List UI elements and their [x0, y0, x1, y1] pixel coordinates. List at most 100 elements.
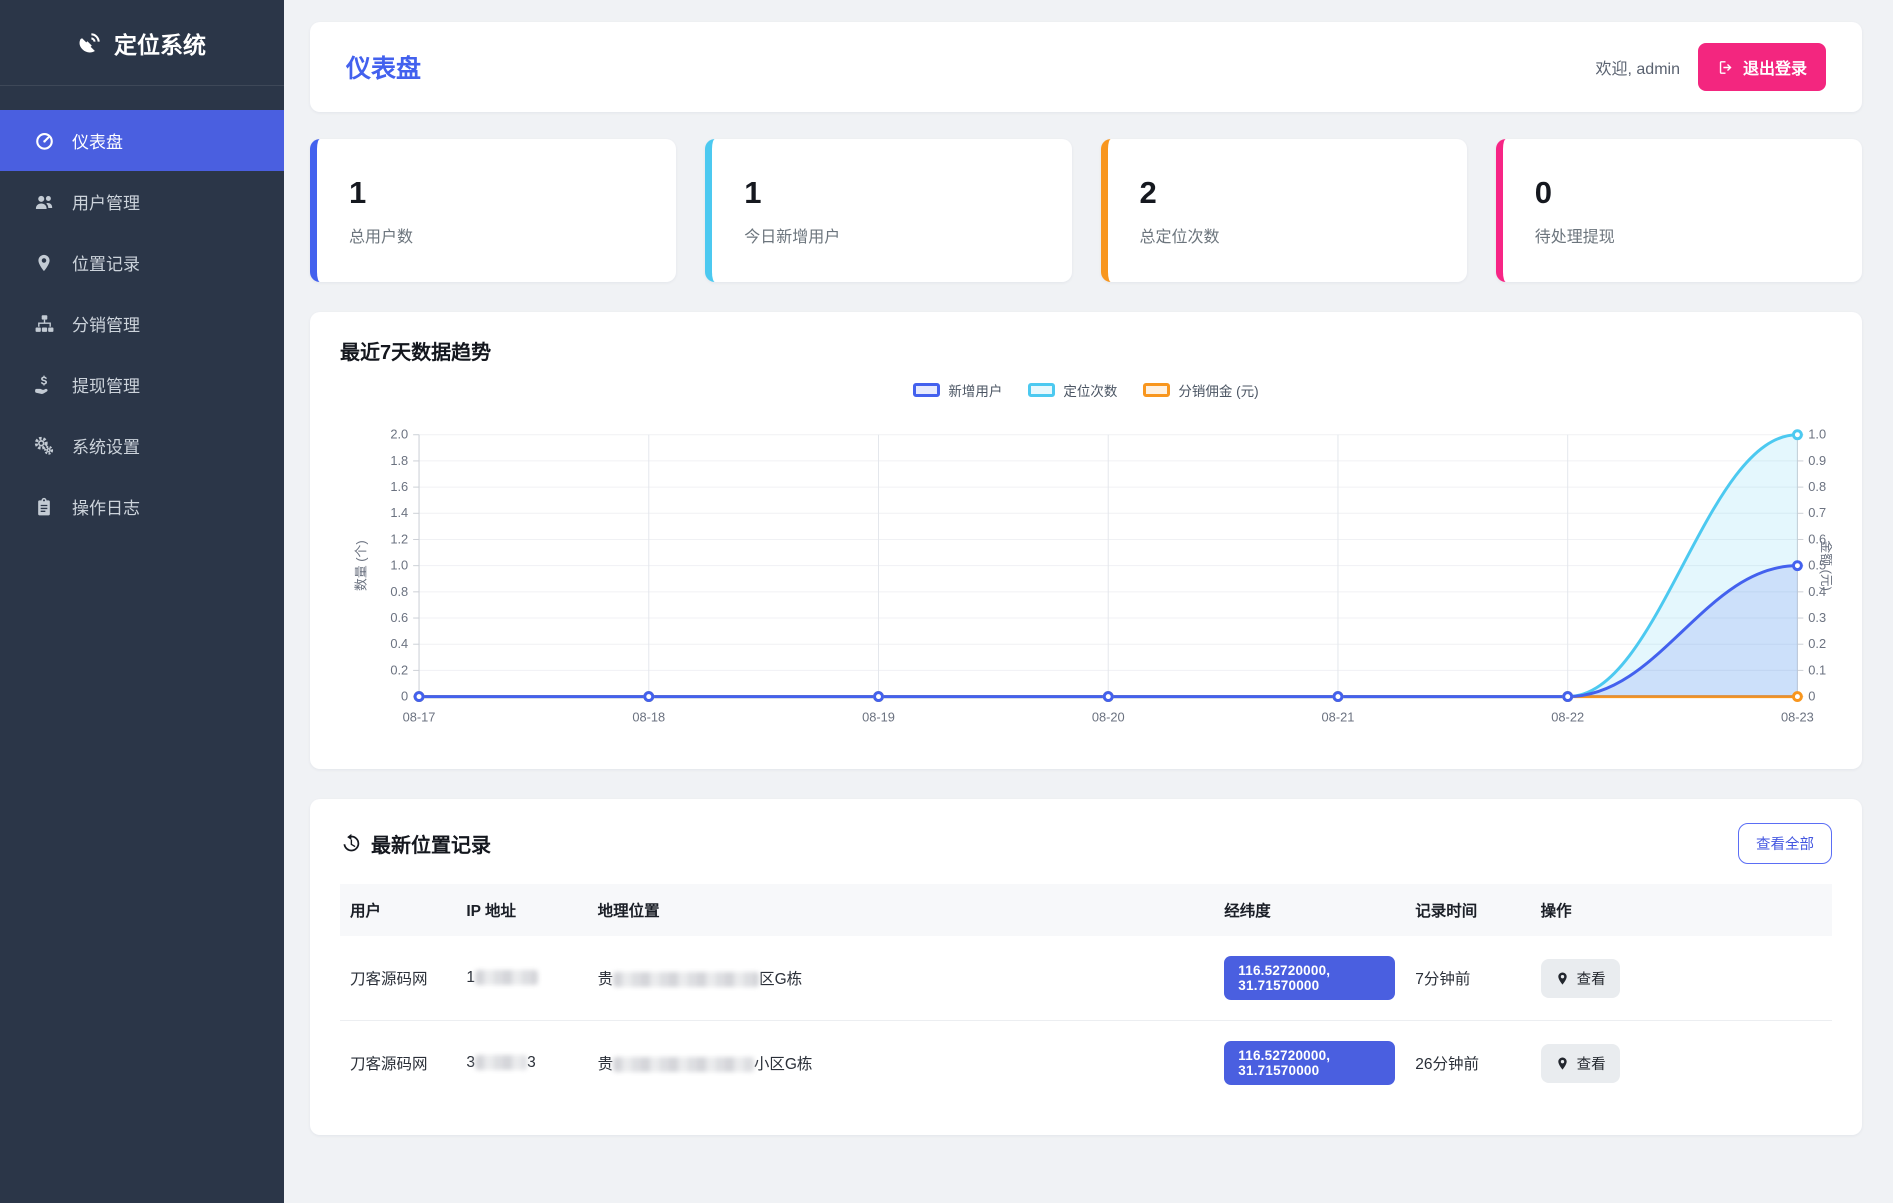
svg-text:1.0: 1.0 — [1808, 427, 1826, 442]
ip-cell: 3██████████3 — [456, 1021, 587, 1106]
stat-value: 2 — [1140, 175, 1467, 211]
legend-item[interactable]: 分销佣金 (元) — [1143, 380, 1258, 400]
col-ip: IP 地址 — [456, 884, 587, 936]
records-title-text: 最新位置记录 — [371, 829, 491, 858]
map-marker-icon — [1555, 971, 1570, 986]
satellite-dish-icon — [78, 31, 102, 55]
sitemap-icon — [32, 313, 56, 334]
svg-text:08-20: 08-20 — [1092, 709, 1125, 724]
ip-cell: 1████████████ — [456, 936, 587, 1021]
logout-label: 退出登录 — [1743, 55, 1807, 79]
gauge-icon — [32, 130, 56, 151]
svg-text:2.0: 2.0 — [390, 427, 408, 442]
trend-chart-card: 最近7天数据趋势 新增用户 定位次数 分销佣金 (元) 0 0.2 0.4 0.6 0.8 1… — [310, 312, 1862, 769]
chart-title: 最近7天数据趋势 — [340, 336, 1832, 365]
sidebar-item-label: 用户管理 — [72, 189, 140, 214]
clipboard-list-icon — [32, 497, 56, 517]
coords-cell: 116.52720000, 31.71570000 — [1214, 936, 1405, 1021]
actions-cell: 查看 — [1531, 1021, 1832, 1106]
col-location: 地理位置 — [588, 884, 1215, 936]
page-title: 仪表盘 — [346, 49, 421, 85]
svg-text:0.9: 0.9 — [1808, 453, 1826, 468]
svg-text:0.2: 0.2 — [1808, 636, 1826, 651]
sidebar-item-users[interactable]: 用户管理 — [0, 171, 284, 232]
svg-text:08-19: 08-19 — [862, 709, 895, 724]
svg-text:1.4: 1.4 — [390, 505, 408, 520]
sidebar-menu: 仪表盘 用户管理 位置记录 — [0, 110, 284, 537]
stat-value: 0 — [1535, 175, 1862, 211]
svg-text:08-17: 08-17 — [403, 709, 436, 724]
view-button[interactable]: 查看 — [1541, 1044, 1620, 1083]
legend-swatch — [1028, 383, 1055, 397]
col-user: 用户 — [340, 884, 456, 936]
col-time: 记录时间 — [1405, 884, 1530, 936]
svg-text:数量 (个): 数量 (个) — [354, 540, 369, 591]
sidebar-item-dashboard[interactable]: 仪表盘 — [0, 110, 284, 171]
sidebar: 定位系统 仪表盘 用户管理 — [0, 0, 284, 1203]
ip-prefix: 1 — [466, 969, 475, 986]
legend-item[interactable]: 定位次数 — [1028, 380, 1117, 400]
stat-card-total-locates: 2 总定位次数 — [1101, 139, 1467, 282]
svg-text:0.3: 0.3 — [1808, 610, 1826, 625]
svg-text:0: 0 — [401, 689, 408, 704]
svg-text:08-18: 08-18 — [632, 709, 665, 724]
svg-text:0: 0 — [1808, 689, 1815, 704]
view-all-button[interactable]: 查看全部 — [1738, 823, 1832, 864]
welcome-text: 欢迎, admin — [1596, 55, 1680, 79]
record-row: 刀客源码网3██████████3贵██████████████████████… — [340, 1021, 1832, 1106]
svg-text:0.6: 0.6 — [390, 610, 408, 625]
map-marker-icon — [32, 253, 56, 273]
view-button-label: 查看 — [1577, 1053, 1606, 1074]
censored-ip: ████████████ — [475, 970, 538, 985]
stat-label: 待处理提现 — [1535, 223, 1862, 247]
users-icon — [32, 191, 56, 213]
topbar: 仪表盘 欢迎, admin 退出登录 — [310, 22, 1862, 112]
trend-line-chart: 00.20.40.60.81.01.21.41.61.82.000.10.20.… — [340, 403, 1832, 755]
sidebar-item-distribution[interactable]: 分销管理 — [0, 293, 284, 354]
stat-value: 1 — [744, 175, 1071, 211]
time-cell: 26分钟前 — [1405, 1021, 1530, 1106]
legend-swatch — [1143, 383, 1170, 397]
coords-badge: 116.52720000, 31.71570000 — [1224, 956, 1395, 1000]
cogs-icon — [32, 435, 56, 457]
sidebar-item-withdrawals[interactable]: 提现管理 — [0, 354, 284, 415]
legend-item[interactable]: 新增用户 — [913, 380, 1002, 400]
sidebar-item-label: 提现管理 — [72, 372, 140, 397]
col-coords: 经纬度 — [1214, 884, 1405, 936]
brand-name: 定位系统 — [114, 26, 206, 60]
stat-card-new-users-today: 1 今日新增用户 — [705, 139, 1071, 282]
topbar-right: 欢迎, admin 退出登录 — [1596, 43, 1827, 91]
ip-suffix: 3 — [527, 1054, 536, 1071]
sidebar-item-label: 仪表盘 — [72, 128, 123, 153]
coords-cell: 116.52720000, 31.71570000 — [1214, 1021, 1405, 1106]
svg-text:08-22: 08-22 — [1551, 709, 1584, 724]
censored-ip: ██████████ — [475, 1055, 527, 1070]
svg-text:0.4: 0.4 — [390, 636, 408, 651]
chart-legend: 新增用户 定位次数 分销佣金 (元) — [340, 377, 1832, 403]
stat-card-total-users: 1 总用户数 — [310, 139, 676, 282]
view-button[interactable]: 查看 — [1541, 959, 1620, 998]
stat-card-pending-withdrawals: 0 待处理提现 — [1496, 139, 1862, 282]
svg-text:0.7: 0.7 — [1808, 505, 1826, 520]
col-actions: 操作 — [1531, 884, 1832, 936]
user-cell: 刀客源码网 — [340, 1021, 456, 1106]
svg-text:1.8: 1.8 — [390, 453, 408, 468]
sidebar-item-settings[interactable]: 系统设置 — [0, 415, 284, 476]
censored-location: ████████████████████████████ — [613, 972, 759, 987]
latest-records-card: 最新位置记录 查看全部 用户 IP 地址 地理位置 经纬度 记录时间 操作 刀客… — [310, 799, 1862, 1135]
table-header-row: 用户 IP 地址 地理位置 经纬度 记录时间 操作 — [340, 884, 1832, 936]
sidebar-item-logs[interactable]: 操作日志 — [0, 476, 284, 537]
logout-button[interactable]: 退出登录 — [1698, 43, 1826, 91]
user-cell: 刀客源码网 — [340, 936, 456, 1021]
ip-prefix: 3 — [466, 1054, 475, 1071]
brand: 定位系统 — [0, 0, 284, 86]
sidebar-item-locations[interactable]: 位置记录 — [0, 232, 284, 293]
svg-text:1.2: 1.2 — [390, 531, 408, 546]
svg-text:0.1: 0.1 — [1808, 662, 1826, 677]
legend-label: 分销佣金 (元) — [1178, 380, 1258, 400]
svg-text:0.8: 0.8 — [390, 584, 408, 599]
coords-badge: 116.52720000, 31.71570000 — [1224, 1041, 1395, 1085]
records-header: 最新位置记录 查看全部 — [340, 823, 1832, 864]
legend-label: 定位次数 — [1063, 380, 1117, 400]
sidebar-item-label: 操作日志 — [72, 494, 140, 519]
